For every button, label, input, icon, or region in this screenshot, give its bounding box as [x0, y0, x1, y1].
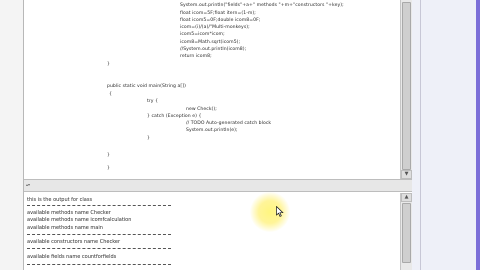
output-line: available methods name icomfcalculation — [27, 217, 132, 223]
output-separator — [27, 248, 171, 249]
code-line: System.out.println(e); — [186, 128, 238, 133]
cursor-highlight — [250, 192, 290, 232]
code-line: float icom=5F;float itern=(1-m); — [180, 11, 256, 16]
code-line: //System.out.println(icom8); — [180, 47, 247, 52]
code-line: icom5=icom*icom; — [180, 32, 225, 37]
output-line: available methods name main — [27, 225, 103, 231]
code-line: float icom5=0F;double icom8=0F; — [180, 18, 261, 23]
output-line: this is the output for class — [27, 197, 93, 203]
code-line: } — [107, 166, 110, 171]
output-console[interactable]: this is the output for class available m… — [25, 193, 400, 270]
output-line: available constructors name Checker — [27, 239, 121, 245]
code-scroll-thumb[interactable] — [402, 2, 411, 170]
output-line: available methods name Checker — [27, 210, 111, 216]
output-line: available fields name countforfields — [27, 254, 117, 260]
code-line: icom=(i)/(a)/"Multi-monkeys); — [180, 25, 250, 30]
window-right-panel — [412, 0, 480, 270]
scroll-up-arrow-icon[interactable]: ▲ — [401, 193, 412, 202]
code-line: } catch (Exception e) { — [147, 114, 202, 119]
panel-separator — [420, 0, 421, 270]
code-line: new Check(); — [186, 107, 217, 112]
output-scroll-thumb[interactable] — [402, 203, 411, 263]
code-editor[interactable]: System.out.println("fields"+a+" methods … — [25, 0, 400, 179]
window-left-edge — [0, 0, 24, 270]
mouse-pointer-icon — [276, 206, 284, 217]
output-separator — [27, 234, 171, 235]
output-separator — [27, 264, 171, 265]
code-line: return icom8; — [180, 54, 212, 59]
output-vertical-scrollbar[interactable]: ▲ — [400, 193, 412, 270]
code-line: try { — [147, 99, 159, 104]
code-line: icom8=Math.sqrt(icom5); — [180, 40, 241, 45]
accent-edge — [476, 0, 480, 270]
pane-splitter[interactable]: ▴▾ — [24, 179, 412, 192]
code-line: { — [109, 92, 112, 97]
code-line: } — [107, 153, 110, 158]
code-line: public static void main(String a[]) — [107, 84, 186, 89]
output-separator — [27, 205, 171, 206]
splitter-grip-icon[interactable]: ▴▾ — [26, 183, 31, 187]
code-line: } — [147, 136, 150, 141]
scroll-down-arrow-icon[interactable]: ▼ — [401, 170, 412, 179]
code-line: System.out.println("fields"+a+" methods … — [180, 3, 344, 8]
code-line: // TODO Auto-generated catch block — [186, 121, 272, 126]
code-vertical-scrollbar[interactable]: ▼ — [400, 0, 412, 179]
code-line: } — [107, 62, 110, 67]
